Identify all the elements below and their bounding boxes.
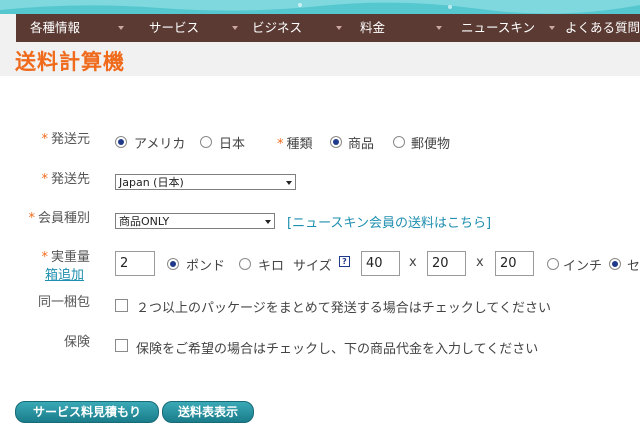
unit-radio-kilo[interactable] xyxy=(239,258,251,270)
main-nav: 各種情報 サービス ビジネス 料金 ニュースキン よくある質問 xyxy=(16,14,640,42)
required-mark: * xyxy=(277,137,284,152)
origin-label: * 発送元 xyxy=(30,128,90,147)
nuskin-member-link[interactable]: [ニュースキン会員の送料はこちら] xyxy=(287,212,491,231)
nav-item-label: サービス xyxy=(149,20,200,35)
nav-item-business[interactable]: ビジネス xyxy=(252,14,302,42)
origin-label-text: 発送元 xyxy=(50,132,90,147)
dimension-separator: x xyxy=(476,255,484,270)
size-length-input[interactable]: 40 xyxy=(361,251,400,276)
chevron-down-icon xyxy=(265,220,271,224)
nav-item-label: ニュースキン xyxy=(461,20,536,35)
nav-item-service[interactable]: サービス xyxy=(149,14,199,42)
member-select[interactable]: 商品ONLY xyxy=(115,213,275,229)
bundle-description: ２つ以上のパッケージをまとめて発送する場合はチェックしてください xyxy=(136,301,551,316)
origin-option-usa: アメリカ xyxy=(134,137,186,152)
weight-input[interactable]: 2 xyxy=(115,251,155,276)
origin-option-japan: 日本 xyxy=(219,137,246,152)
type-radio-goods[interactable] xyxy=(330,136,342,148)
size-unit-option-cm: セ xyxy=(627,259,640,274)
bundle-label: 同一梱包 xyxy=(37,295,90,310)
insurance-description: 保険をご希望の場合はチェックし、下の商品代金を入力してください xyxy=(136,342,539,357)
nav-item-label: 各種情報 xyxy=(30,20,81,35)
insurance-checkbox[interactable] xyxy=(115,339,128,352)
nav-item-pricing[interactable]: 料金 xyxy=(360,14,385,42)
type-label-text: 種類 xyxy=(286,137,313,152)
page-title: 送料計算機 xyxy=(15,50,125,74)
required-mark: * xyxy=(41,250,48,265)
nav-item-label: よくある質問 xyxy=(565,20,640,35)
dimension-separator: x xyxy=(409,255,417,270)
size-unit-radio-inch[interactable] xyxy=(547,258,559,270)
size-unit-radio-cm[interactable] xyxy=(609,258,621,270)
weight-label: * 実重量 xyxy=(30,246,90,265)
unit-option-kilo: キロ xyxy=(258,259,285,274)
size-height-input[interactable]: 20 xyxy=(495,251,534,276)
service-estimate-button[interactable]: サービス料見積もり xyxy=(15,401,159,423)
required-mark: * xyxy=(41,172,48,187)
chevron-down-icon xyxy=(286,181,292,185)
unit-radio-pound[interactable] xyxy=(167,258,179,270)
nav-item-label: 料金 xyxy=(360,20,386,35)
header-wave-decoration xyxy=(0,0,640,14)
add-box-link[interactable]: 箱追加 xyxy=(45,264,84,283)
destination-select[interactable]: Japan (日本) xyxy=(115,174,296,190)
type-label: * 種類 xyxy=(277,133,313,152)
member-label-text: 会員種別 xyxy=(37,211,90,226)
size-unit-option-inch: インチ xyxy=(563,259,603,274)
type-option-goods: 商品 xyxy=(348,137,375,152)
type-option-mail: 郵便物 xyxy=(411,137,451,152)
weight-label-text: 実重量 xyxy=(50,250,90,265)
unit-option-pound: ポンド xyxy=(186,259,226,274)
insurance-label: 保険 xyxy=(63,335,90,350)
member-label: * 会員種別 xyxy=(15,207,90,226)
origin-radio-japan[interactable] xyxy=(200,136,212,148)
size-label: サイズ xyxy=(293,259,332,274)
bundle-checkbox[interactable] xyxy=(115,299,128,312)
rate-table-button[interactable]: 送料表表示 xyxy=(162,401,254,423)
origin-radio-usa[interactable] xyxy=(115,136,127,148)
nav-item-faq[interactable]: よくある質問 xyxy=(565,14,640,42)
nav-item-info[interactable]: 各種情報 xyxy=(30,14,80,42)
required-mark: * xyxy=(28,211,35,226)
required-mark: * xyxy=(41,132,48,147)
destination-label: * 発送先 xyxy=(30,168,90,187)
nav-item-nuskin[interactable]: ニュースキン xyxy=(461,14,535,42)
destination-label-text: 発送先 xyxy=(50,172,90,187)
help-icon[interactable]: ? xyxy=(339,256,350,267)
nav-item-label: ビジネス xyxy=(252,20,303,35)
destination-select-value: Japan (日本) xyxy=(119,176,184,189)
member-select-value: 商品ONLY xyxy=(119,215,170,228)
type-radio-mail[interactable] xyxy=(393,136,405,148)
size-width-input[interactable]: 20 xyxy=(427,251,466,276)
